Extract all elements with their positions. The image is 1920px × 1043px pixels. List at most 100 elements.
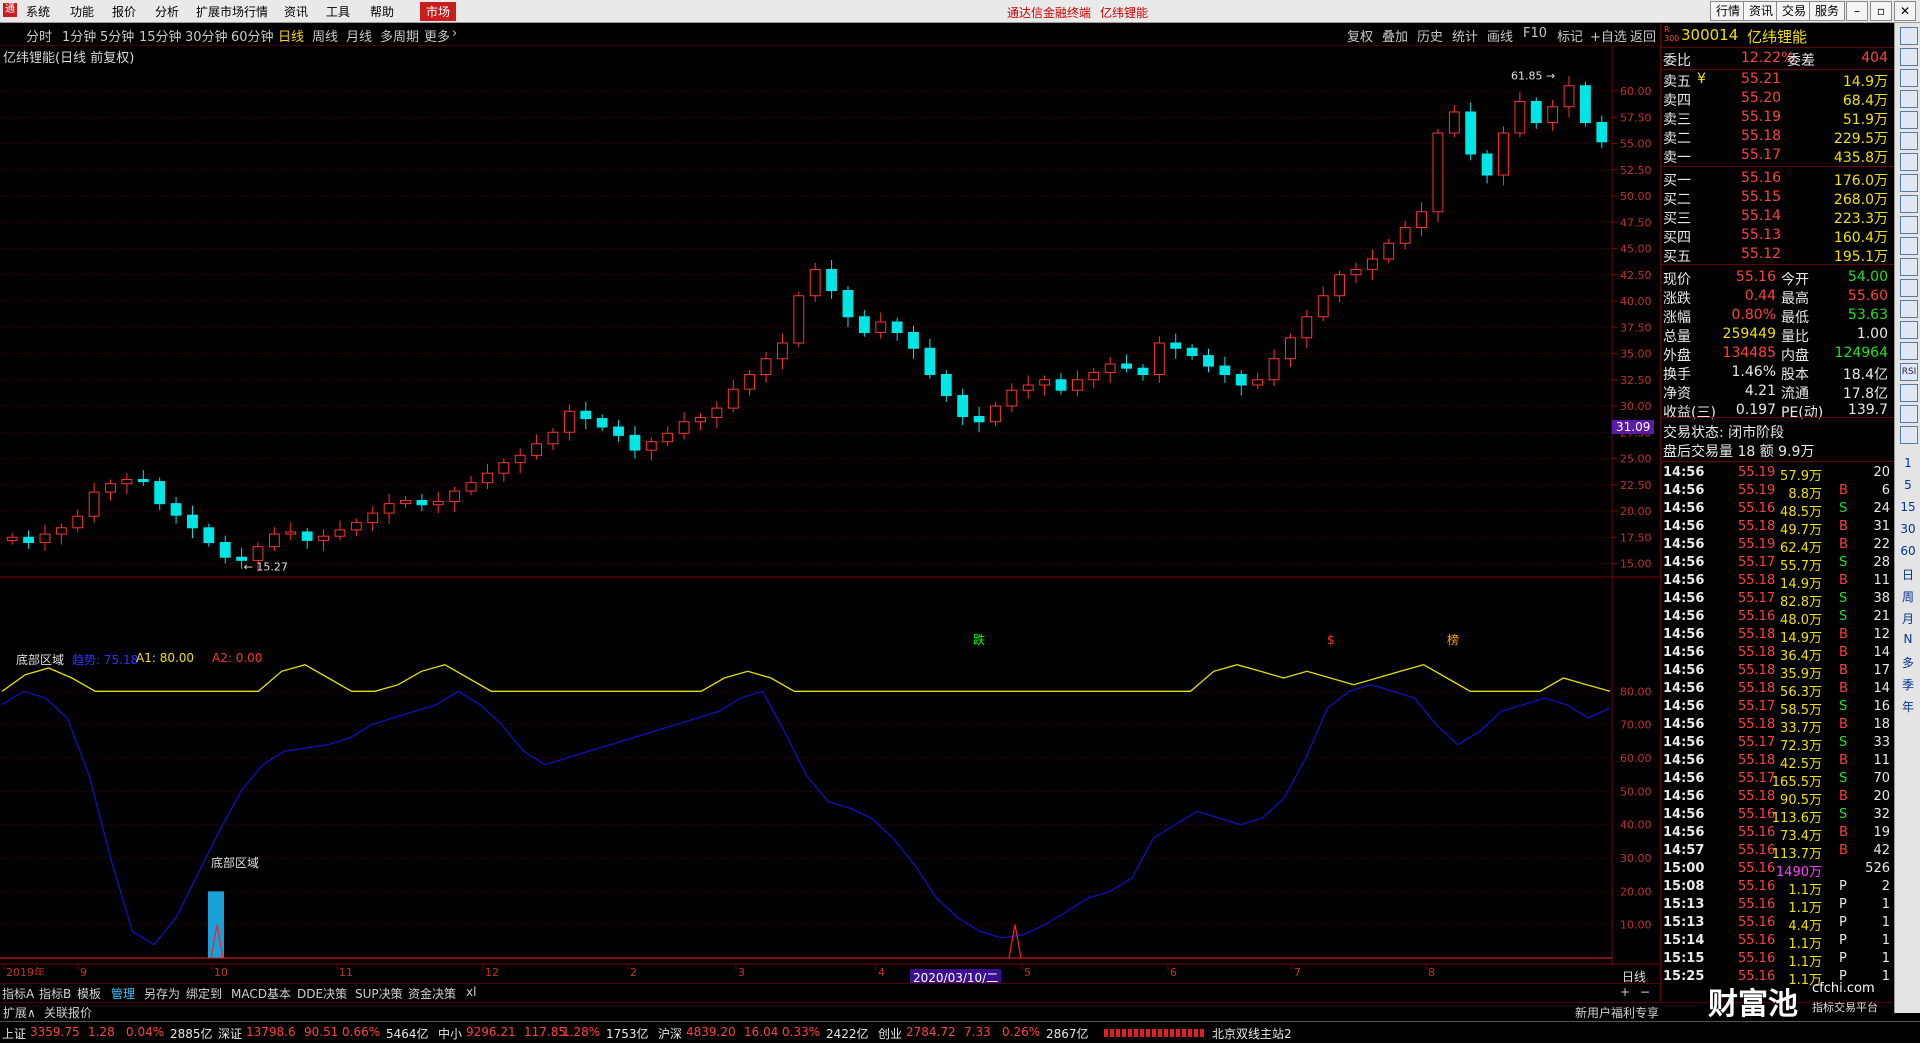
server-name[interactable]: 北京双线主站2 xyxy=(1212,1025,1292,1042)
menu-item-quote[interactable]: 报价 xyxy=(112,3,136,20)
period-shortcut[interactable]: 1 xyxy=(1895,456,1920,470)
volume-icon[interactable] xyxy=(1900,216,1918,234)
macd-icon[interactable] xyxy=(1900,321,1918,339)
indicator-tab[interactable]: 另存为 xyxy=(144,985,180,1002)
index-name[interactable]: 中小 xyxy=(438,1025,462,1042)
indicator-tab[interactable]: 指标B xyxy=(39,985,71,1002)
kline-chart-area[interactable]: 亿纬锂能(日线 前复权) 60.00 57.50 55.00 52.50 50.00 47… xyxy=(0,46,1660,986)
candle-body xyxy=(498,462,510,474)
rank-icon[interactable] xyxy=(1900,258,1918,276)
toolbar-add-watchlist[interactable]: +自选 xyxy=(1590,26,1627,45)
tick-row: 14:56 55.18 14.9万 B 12 xyxy=(1661,627,1894,646)
period-tab-fenshi[interactable]: 分时 xyxy=(26,26,52,45)
y-tick-label: 52.50 xyxy=(1620,164,1652,177)
top-button-service[interactable]: 服务 xyxy=(1809,1,1846,21)
index-name[interactable]: 沪深 xyxy=(658,1025,682,1042)
indicator-tab[interactable]: 资金决策 xyxy=(408,985,456,1002)
chart-icon[interactable] xyxy=(1900,69,1918,87)
period-shortcut[interactable]: 5 xyxy=(1895,478,1920,492)
period-tab-5min[interactable]: 5分钟 xyxy=(100,26,134,45)
line-icon[interactable] xyxy=(1900,237,1918,255)
y-tick-label: 17.50 xyxy=(1620,531,1652,544)
indicator-tab[interactable]: MACD基本 xyxy=(231,985,291,1002)
period-shortcut[interactable]: 日 xyxy=(1895,566,1920,583)
tick-row: 15:13 55.16 4.4万 P 1 xyxy=(1661,915,1894,934)
period-shortcut[interactable]: N xyxy=(1895,632,1920,646)
menu-item-help[interactable]: 帮助 xyxy=(370,3,394,20)
period-shortcut[interactable]: 60 xyxy=(1895,544,1920,558)
pin-icon[interactable] xyxy=(1900,27,1918,45)
table-icon[interactable] xyxy=(1900,111,1918,129)
grid-icon[interactable] xyxy=(1900,90,1918,108)
index-name[interactable]: 创业 xyxy=(878,1025,902,1042)
top-button-news[interactable]: 资讯 xyxy=(1743,1,1780,21)
period-shortcut[interactable]: 年 xyxy=(1895,698,1920,715)
menu-item-tools[interactable]: 工具 xyxy=(326,3,350,20)
square-icon[interactable] xyxy=(1900,426,1918,444)
close-icon[interactable]: ✕ xyxy=(1894,1,1916,21)
compare-icon[interactable] xyxy=(1900,153,1918,171)
move-icon[interactable] xyxy=(1900,384,1918,402)
f10-icon[interactable] xyxy=(1900,300,1918,318)
toolbar-fuquan[interactable]: 复权 xyxy=(1347,26,1373,45)
period-shortcut[interactable]: 周 xyxy=(1895,588,1920,605)
period-shortcut[interactable]: 月 xyxy=(1895,610,1920,627)
market-button[interactable]: 市场 xyxy=(420,2,457,21)
candle-body xyxy=(1366,258,1378,270)
maximize-icon[interactable]: ▫ xyxy=(1870,1,1892,21)
period-shortcut[interactable]: 季 xyxy=(1895,676,1920,693)
indicator-tabs: 指标A 指标B 模板 管理 另存为 绑定到 MACD基本 DDE决策 SUP决策 资金决策 xl + − xyxy=(0,983,1660,1002)
period-shortcut[interactable]: 30 xyxy=(1895,522,1920,536)
indicator-tab[interactable]: DDE决策 xyxy=(297,985,347,1002)
bar-icon[interactable] xyxy=(1900,174,1918,192)
index-name[interactable]: 深证 xyxy=(218,1025,242,1042)
indicator-tab[interactable]: 管理 xyxy=(111,985,135,1002)
period-tab-day[interactable]: 日线 xyxy=(278,26,304,45)
zoom-in-icon[interactable]: + xyxy=(1620,985,1630,999)
indicator-tab[interactable]: xl xyxy=(466,985,476,999)
toolbar-f10[interactable]: F10 xyxy=(1523,26,1547,41)
minimize-icon[interactable]: – xyxy=(1846,1,1868,21)
menu-item-ext-market[interactable]: 扩展市场行情 xyxy=(196,3,268,20)
pen-icon[interactable] xyxy=(1900,405,1918,423)
menu-item-news[interactable]: 资讯 xyxy=(284,3,308,20)
period-tab-month[interactable]: 月线 xyxy=(346,26,372,45)
zoom-out-icon[interactable]: − xyxy=(1640,985,1650,999)
index-name[interactable]: 上证 xyxy=(2,1025,26,1042)
period-tab-15min[interactable]: 15分钟 xyxy=(139,26,182,45)
indicator-tab[interactable]: SUP决策 xyxy=(355,985,403,1002)
menu-item-analysis[interactable]: 分析 xyxy=(155,3,179,20)
extension-toggle[interactable]: 扩展∧ xyxy=(3,1004,36,1021)
period-tab-multi[interactable]: 多周期 xyxy=(380,26,419,45)
indicator-tab[interactable]: 绑定到 xyxy=(186,985,222,1002)
related-quotes-tab[interactable]: 关联报价 xyxy=(44,1004,92,1021)
trend-icon[interactable] xyxy=(1900,132,1918,150)
toolbar-mark[interactable]: 标记 xyxy=(1557,26,1583,45)
toolbar-back[interactable]: 返回 xyxy=(1630,26,1656,45)
period-shortcut[interactable]: 15 xyxy=(1895,500,1920,514)
rsi-icon[interactable]: RSI xyxy=(1900,363,1918,381)
promo-link[interactable]: 新用户福利专享 xyxy=(1575,1004,1659,1021)
kdj-icon[interactable] xyxy=(1900,342,1918,360)
chevron-right-icon[interactable]: › xyxy=(452,26,457,41)
period-tab-week[interactable]: 周线 xyxy=(312,26,338,45)
indicator-tab[interactable]: 模板 xyxy=(77,985,101,1002)
menu-item-system[interactable]: 系统 xyxy=(26,3,50,20)
period-shortcut[interactable]: 多 xyxy=(1895,654,1920,671)
news-icon[interactable] xyxy=(1900,279,1918,297)
period-tab-more[interactable]: 更多 xyxy=(424,26,450,45)
indicator-tab[interactable]: 指标A xyxy=(2,985,34,1002)
toolbar-overlay[interactable]: 叠加 xyxy=(1382,26,1408,45)
index-change: 1.28 xyxy=(88,1025,115,1039)
kline-icon[interactable] xyxy=(1900,195,1918,213)
period-tab-30min[interactable]: 30分钟 xyxy=(185,26,228,45)
period-tab-1min[interactable]: 1分钟 xyxy=(62,26,96,45)
menu-item-function[interactable]: 功能 xyxy=(70,3,94,20)
toolbar-history[interactable]: 历史 xyxy=(1417,26,1443,45)
top-button-trade[interactable]: 交易 xyxy=(1776,1,1813,21)
list-icon[interactable] xyxy=(1900,48,1918,66)
period-tab-60min[interactable]: 60分钟 xyxy=(231,26,274,45)
toolbar-stats[interactable]: 统计 xyxy=(1452,26,1478,45)
toolbar-draw[interactable]: 画线 xyxy=(1487,26,1513,45)
top-button-quote[interactable]: 行情 xyxy=(1710,1,1747,21)
